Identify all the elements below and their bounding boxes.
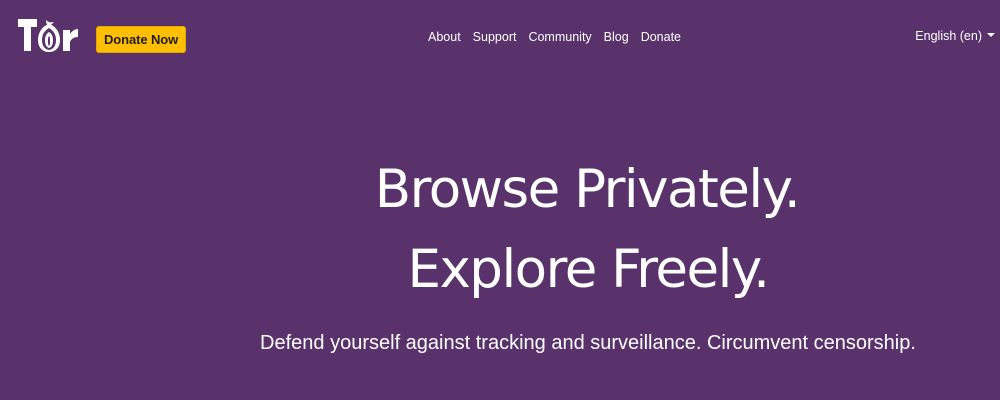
nav-link-blog[interactable]: Blog — [604, 30, 629, 44]
nav-item-about: About — [428, 28, 461, 46]
caret-down-icon — [987, 33, 995, 37]
tor-onion-logo — [18, 19, 78, 52]
hero-line-explore: Explore Freely. — [407, 239, 770, 300]
language-label: English (en) — [915, 29, 982, 43]
hero-subtitle: Defend yourself against tracking and sur… — [260, 332, 916, 354]
navbar: Donate Now About Support Community Blog … — [0, 0, 1000, 74]
hero-headline: Browse Privately. Explore Freely. — [0, 150, 1000, 310]
nav-link-community[interactable]: Community — [528, 30, 591, 44]
nav-link-support[interactable]: Support — [473, 30, 517, 44]
nav-item-community: Community — [528, 28, 591, 46]
nav-link-about[interactable]: About — [428, 30, 461, 44]
hero-line-browse: Browse Privately. — [374, 159, 801, 220]
nav-item-donate: Donate — [641, 28, 681, 46]
nav-item-support: Support — [473, 28, 517, 46]
main-nav: About Support Community Blog Donate — [428, 28, 681, 46]
language-selector[interactable]: English (en) — [915, 28, 995, 44]
nav-item-blog: Blog — [604, 28, 629, 46]
donate-now-button[interactable]: Donate Now — [96, 26, 187, 53]
nav-link-donate[interactable]: Donate — [641, 30, 681, 44]
hero-headline-wrapper: Browse Privately. Explore Freely. — [0, 150, 1000, 310]
